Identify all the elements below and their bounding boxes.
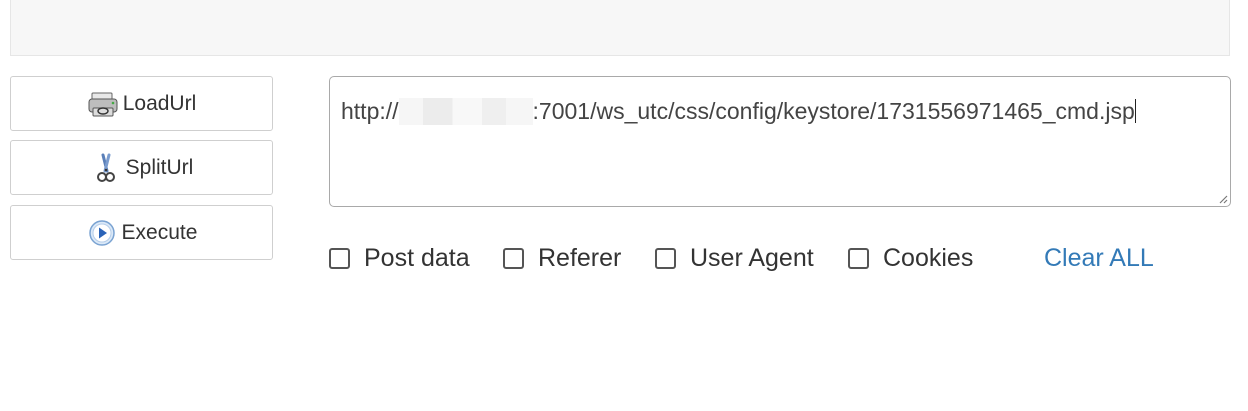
url-text[interactable]: http:// :7001/ws_utc/css/config/keystore/… <box>341 91 1219 131</box>
split-url-label: SplitUrl <box>125 155 194 179</box>
clear-all-link[interactable]: Clear ALL <box>1044 240 1154 276</box>
load-url-label: LoadUrl <box>122 91 197 115</box>
text-caret <box>1134 99 1136 123</box>
load-url-button[interactable]: LoadUrl <box>10 76 273 131</box>
printer-load-icon <box>87 89 119 119</box>
post-data-option[interactable]: Post data <box>329 240 470 276</box>
scissors-icon <box>90 153 122 183</box>
execute-label: Execute <box>121 220 198 244</box>
url-rest: :7001/ws_utc/css/config/keystore/1731556… <box>532 98 1135 124</box>
referer-checkbox[interactable] <box>503 247 524 269</box>
user-agent-option[interactable]: User Agent <box>655 240 814 276</box>
split-url-button[interactable]: SplitUrl <box>10 140 273 195</box>
cookies-checkbox[interactable] <box>848 247 869 269</box>
resize-grip-icon[interactable] <box>1216 192 1228 204</box>
options-row: Post data Referer User Agent Cookies Cle… <box>329 240 1229 276</box>
cookies-option[interactable]: Cookies <box>848 240 973 276</box>
post-data-label: Post data <box>364 243 470 272</box>
redacted-host <box>398 98 533 125</box>
execute-button[interactable]: Execute <box>10 205 273 260</box>
referer-label: Referer <box>538 243 622 272</box>
referer-option[interactable]: Referer <box>503 240 621 276</box>
url-prefix: http:// <box>341 98 399 124</box>
url-textarea[interactable]: http:// :7001/ws_utc/css/config/keystore/… <box>329 76 1231 207</box>
user-agent-label: User Agent <box>690 243 814 272</box>
cookies-label: Cookies <box>883 243 974 272</box>
top-toolbar-panel <box>10 0 1230 56</box>
play-circle-icon <box>86 218 118 248</box>
post-data-checkbox[interactable] <box>329 247 350 269</box>
user-agent-checkbox[interactable] <box>655 247 676 269</box>
